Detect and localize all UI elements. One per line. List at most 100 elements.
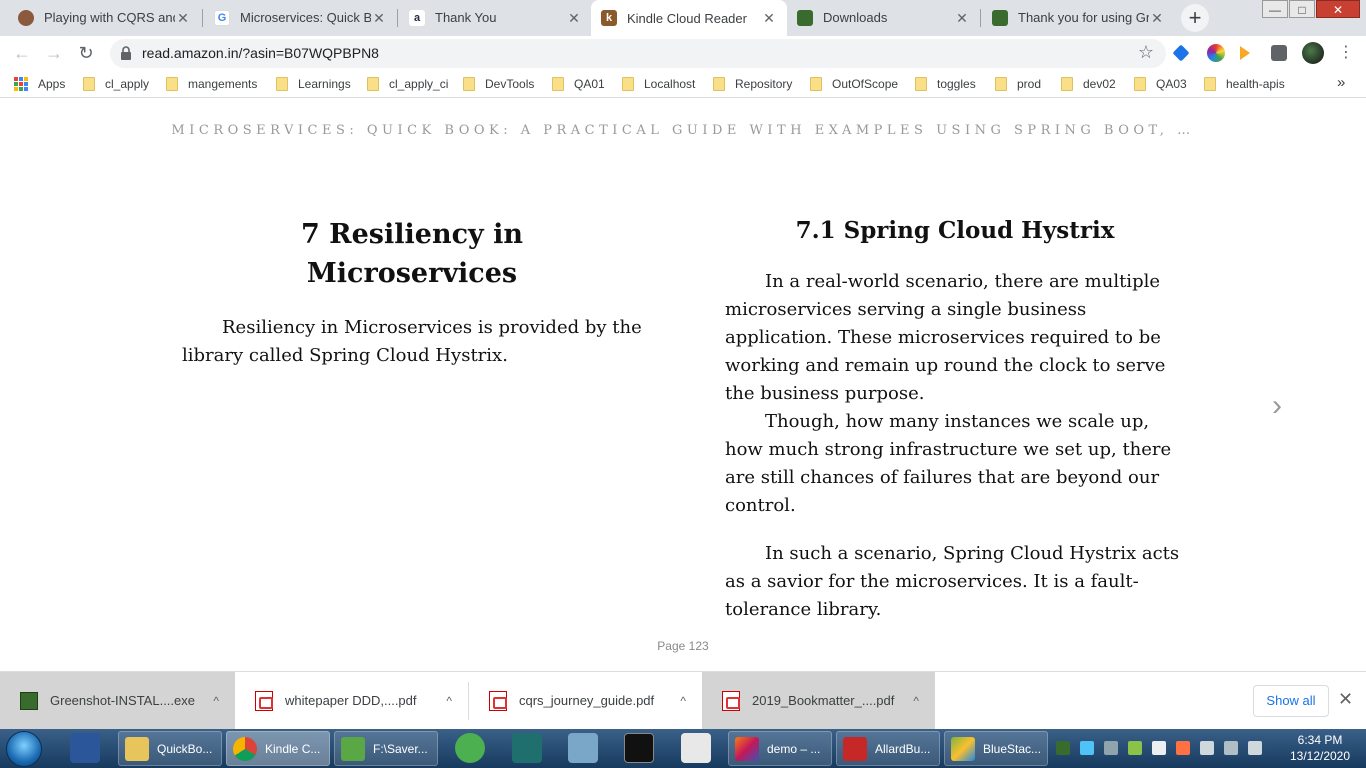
bookmarks-overflow-button[interactable]: »	[1337, 74, 1345, 91]
taskbar-button-label: Kindle C...	[265, 741, 321, 756]
back-button[interactable]: ←	[10, 41, 34, 65]
download-item-bookmatter[interactable]: 2019_Bookmatter_....pdf ^	[702, 672, 935, 729]
command-prompt-pinned-icon[interactable]	[624, 733, 654, 763]
bookmark-folder-devtools[interactable]: DevTools	[463, 76, 534, 92]
editor-pinned-icon[interactable]	[512, 733, 542, 763]
window-close-button[interactable]: ✕	[1316, 0, 1360, 18]
taskbar-button-editor[interactable]: F:\Saver...	[334, 731, 438, 766]
download-filename: Greenshot-INSTAL....exe	[50, 693, 195, 708]
bookmark-folder-mangements[interactable]: mangements	[166, 76, 257, 92]
network-tray-icon[interactable]	[1080, 741, 1094, 755]
speaker-tray-icon[interactable]	[1248, 741, 1262, 755]
bookmark-apps[interactable]: Apps	[14, 76, 65, 92]
taskbar-button-explorer[interactable]: QuickBo...	[118, 731, 222, 766]
bluestacks-tray-icon[interactable]	[1128, 741, 1142, 755]
volume-alert-tray-icon[interactable]	[1176, 741, 1190, 755]
taskbar-button-acrobat[interactable]: AllardBu...	[836, 731, 940, 766]
bookmark-label: toggles	[937, 77, 976, 91]
tab-title: Downloads	[823, 10, 888, 25]
bookmark-folder-outofscope[interactable]: OutOfScope	[810, 76, 898, 92]
kindle-icon: k	[601, 10, 617, 26]
show-all-downloads-button[interactable]: Show all	[1253, 685, 1329, 717]
book-title: MICROSERVICES: QUICK BOOK: A PRACTICAL G…	[171, 123, 1195, 138]
taskbar-button-chrome[interactable]: Kindle C...	[226, 731, 330, 766]
taskbar-button-bluestacks[interactable]: BlueStac...	[944, 731, 1048, 766]
folder-icon	[995, 77, 1007, 91]
bookmark-folder-repository[interactable]: Repository	[713, 76, 792, 92]
folder-icon	[83, 77, 95, 91]
google-icon: G	[214, 9, 230, 26]
tab-title: Thank You	[435, 10, 497, 25]
tab-title: Microservices: Quick Boo	[240, 10, 371, 25]
minimize-button[interactable]: —	[1262, 0, 1288, 18]
bookmark-folder-dev02[interactable]: dev02	[1061, 76, 1116, 92]
download-item-whitepaper[interactable]: whitepaper DDD,....pdf ^	[235, 672, 468, 729]
greenshot-icon	[992, 9, 1008, 26]
tab-title: Playing with CQRS and E	[44, 10, 175, 25]
color-picker-extension-icon[interactable]	[1207, 44, 1225, 62]
chevron-up-icon[interactable]: ^	[680, 694, 686, 708]
url-text: read.amazon.in/?asin=B07WQPBPN8	[142, 45, 379, 61]
extension-icon[interactable]	[1240, 46, 1250, 60]
chevron-up-icon[interactable]: ^	[446, 694, 452, 708]
taskbar-button-intellij[interactable]: demo – ...	[728, 731, 832, 766]
bookmark-folder-qa01[interactable]: QA01	[552, 76, 605, 92]
tab-divider	[202, 9, 203, 27]
tab-kindle-cloud-reader[interactable]: k Kindle Cloud Reader ✕	[591, 0, 787, 36]
lock-icon	[121, 46, 131, 60]
new-tab-button[interactable]: +	[1181, 4, 1209, 32]
bookmark-folder-localhost[interactable]: Localhost	[622, 76, 695, 92]
security-tray-icon[interactable]	[1104, 741, 1118, 755]
chevron-up-icon[interactable]: ^	[913, 694, 919, 708]
start-button[interactable]	[6, 731, 42, 767]
menu-kebab-icon[interactable]: ⋮	[1334, 41, 1358, 65]
close-icon[interactable]: ✕	[175, 10, 191, 26]
bookmark-folder-toggles[interactable]: toggles	[915, 76, 976, 92]
folder-icon	[1061, 77, 1073, 91]
clock-app-pinned-icon[interactable]	[455, 733, 485, 763]
download-item-greenshot[interactable]: Greenshot-INSTAL....exe ^	[0, 672, 235, 729]
flag-tray-icon[interactable]	[1200, 741, 1214, 755]
snipping-tool-pinned-icon[interactable]	[568, 733, 598, 763]
close-icon[interactable]: ✕	[1149, 10, 1165, 26]
close-icon[interactable]: ✕	[371, 10, 387, 26]
bookmark-folder-cl-apply[interactable]: cl_apply	[83, 76, 149, 92]
chevron-up-icon[interactable]: ^	[213, 694, 219, 708]
bookmark-star-icon[interactable]: ☆	[1138, 42, 1154, 63]
puzzle-extensions-icon[interactable]	[1271, 45, 1287, 61]
close-downloads-bar-icon[interactable]: ✕	[1338, 689, 1353, 710]
tab-downloads[interactable]: Downloads ✕	[787, 0, 980, 35]
bookmark-label: Localhost	[644, 77, 696, 91]
tab-microservices-quick-book[interactable]: G Microservices: Quick Boo ✕	[204, 0, 397, 35]
greenshot-tray-icon[interactable]	[1056, 741, 1070, 755]
next-page-arrow[interactable]: ›	[1272, 389, 1282, 423]
app-tray-icon[interactable]	[1152, 741, 1166, 755]
reload-button[interactable]: ↻	[74, 41, 98, 65]
bookmark-folder-qa03[interactable]: QA03	[1134, 76, 1187, 92]
close-icon[interactable]: ✕	[954, 10, 970, 26]
document-pinned-icon[interactable]	[681, 733, 711, 763]
bookmark-folder-cl-apply-ci[interactable]: cl_apply_ci	[367, 76, 448, 92]
download-item-cqrs-journey[interactable]: cqrs_journey_guide.pdf ^	[469, 672, 702, 729]
tab-thank-you-greenshot[interactable]: Thank you for using Gre ✕	[982, 0, 1175, 35]
left-paragraph: Resiliency in Microservices is provided …	[182, 317, 642, 366]
tab-playing-with-cqrs[interactable]: Playing with CQRS and E ✕	[8, 0, 201, 35]
chapter-heading: 7 Resiliency in Microservices	[182, 215, 642, 293]
bluestacks-icon	[951, 736, 975, 761]
forward-button[interactable]: →	[42, 41, 66, 65]
bookmark-folder-learnings[interactable]: Learnings	[276, 76, 351, 92]
system-clock[interactable]: 6:34 PM 13/12/2020	[1285, 732, 1355, 764]
maximize-button[interactable]: □	[1289, 0, 1315, 18]
profile-avatar-icon[interactable]	[1302, 42, 1324, 64]
eyedropper-extension-icon[interactable]	[1172, 44, 1190, 62]
bookmark-folder-prod[interactable]: prod	[995, 76, 1041, 92]
bookmark-folder-health-apis[interactable]: health-apis	[1204, 76, 1285, 92]
display-tray-icon[interactable]	[1224, 741, 1238, 755]
address-bar[interactable]: read.amazon.in/?asin=B07WQPBPN8 ☆	[110, 39, 1166, 68]
close-icon[interactable]: ✕	[761, 10, 777, 26]
word-pinned-icon[interactable]	[70, 733, 100, 763]
bookmark-label: cl_apply_ci	[389, 77, 449, 91]
bookmark-label: OutOfScope	[832, 77, 899, 91]
close-icon[interactable]: ✕	[566, 10, 582, 26]
tab-thank-you[interactable]: a Thank You ✕	[399, 0, 592, 35]
